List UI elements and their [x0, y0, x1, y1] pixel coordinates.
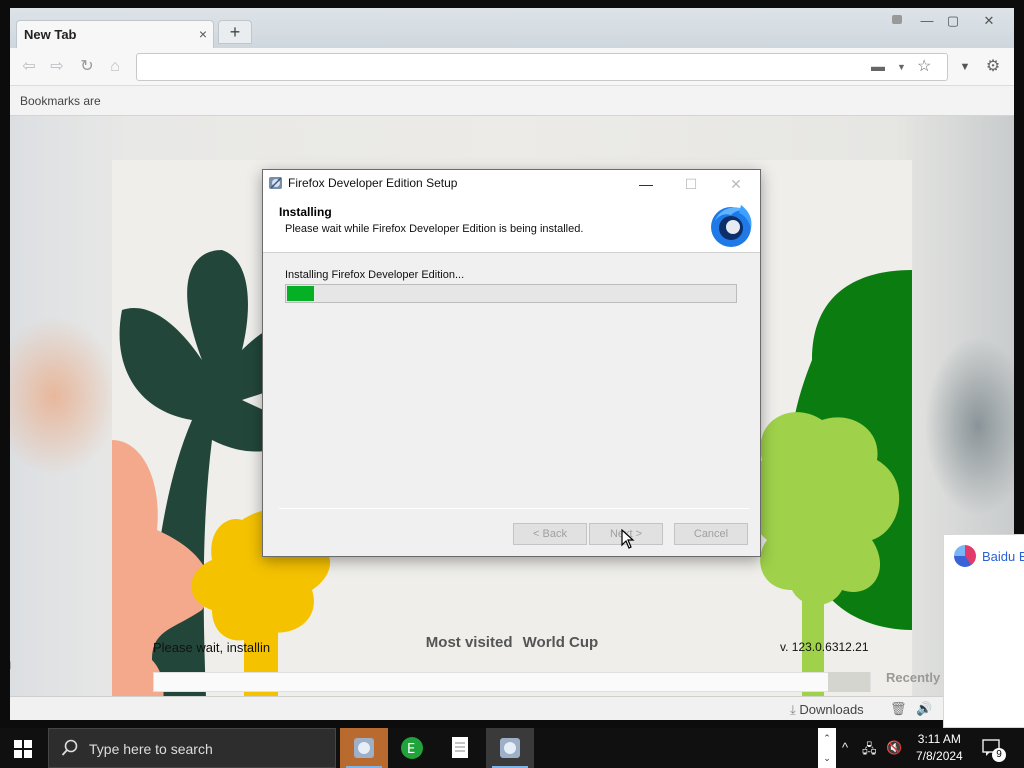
setup-dialog: Firefox Developer Edition Setup — ☐ ✕ In…	[262, 169, 761, 557]
browser-toolbar: ⇦ ⇨ ↻ ⌂ ▬ ▼ ☆ ▼ ⚙	[10, 48, 1014, 86]
clock-date: 7/8/2024	[916, 749, 963, 763]
taskbar-scroll-control[interactable]: ⌃ ⌄	[818, 728, 836, 768]
dialog-close-icon: ✕	[730, 176, 742, 192]
blurred-thumbnail	[924, 336, 1014, 516]
install-status-text: Installing Firefox Developer Edition...	[285, 269, 465, 281]
dialog-titlebar: Firefox Developer Edition Setup — ☐ ✕	[263, 170, 760, 197]
speaker-icon[interactable]: 🔊	[916, 701, 932, 717]
taskbar-app-installer-2[interactable]	[486, 728, 534, 768]
cut-off-text-line: 3	[10, 673, 11, 686]
mouse-cursor-icon	[621, 529, 635, 549]
cut-off-text: M 3	[10, 660, 11, 686]
bookmarks-bar: Bookmarks are	[10, 86, 1014, 116]
world-cup-label[interactable]: World Cup	[523, 634, 599, 651]
new-tab-button[interactable]: +	[218, 20, 252, 44]
wrench-icon[interactable]: ⚙	[982, 56, 1004, 78]
downloads-link[interactable]: ⤓ Downloads	[790, 702, 864, 718]
notification-count-badge: 9	[992, 748, 1006, 762]
dialog-title: Firefox Developer Edition Setup	[288, 176, 458, 190]
installer-app-icon	[354, 738, 374, 758]
baidu-logo-icon	[954, 545, 976, 567]
browser-titlebar: New Tab × + — ▢ ✕	[10, 8, 1014, 48]
trash-icon[interactable]: 🗑	[890, 701, 907, 717]
tab-title: New Tab	[24, 27, 77, 42]
user-icon[interactable]	[884, 12, 910, 30]
dialog-heading: Installing	[279, 205, 332, 219]
taskbar-app-installer-1[interactable]	[340, 728, 388, 768]
forward-icon[interactable]: ⇨	[46, 56, 68, 78]
volume-muted-icon[interactable]: 🔇	[886, 740, 902, 756]
most-visited-heading: Most visited World Cup	[10, 634, 1014, 651]
install-progress-bar	[285, 284, 737, 303]
windows-start-icon[interactable]	[14, 740, 32, 758]
tab-close-icon[interactable]: ×	[199, 26, 207, 42]
baidu-title: Baidu B	[982, 549, 1024, 564]
taskbar: Type here to search E ⌃ ⌄ ^ 🖧 🔇 3:11 AM …	[0, 728, 1024, 768]
document-icon	[452, 737, 468, 758]
chevron-up-icon[interactable]: ⌃	[818, 728, 836, 748]
taskbar-search-box[interactable]: Type here to search	[48, 728, 336, 768]
maximize-icon[interactable]: ▢	[940, 12, 966, 30]
dialog-divider	[279, 508, 749, 509]
cancel-button[interactable]: Cancel	[674, 523, 748, 545]
blurred-thumbnail	[10, 316, 120, 476]
dialog-minimize-icon[interactable]: —	[631, 173, 661, 195]
taskbar-app-notepad[interactable]	[436, 728, 484, 768]
back-icon[interactable]: ⇦	[18, 56, 40, 78]
minimize-icon[interactable]: —	[914, 12, 940, 30]
dropdown-icon[interactable]: ▼	[954, 56, 976, 78]
star-icon[interactable]: ☆	[917, 56, 931, 76]
tray-expand-icon[interactable]: ^	[842, 740, 848, 755]
page-action-icon[interactable]: ▬	[871, 58, 885, 74]
installer-icon	[269, 177, 282, 189]
install-progress-fill	[287, 286, 314, 301]
search-icon	[61, 739, 78, 756]
tab-new-tab[interactable]: New Tab ×	[16, 20, 214, 48]
dialog-subheading: Please wait while Firefox Developer Edit…	[285, 223, 584, 235]
downloads-label: Downloads	[799, 702, 864, 717]
svg-text:E: E	[407, 742, 415, 757]
close-icon[interactable]: ✕	[976, 12, 1002, 30]
system-clock[interactable]: 3:11 AM 7/8/2024	[916, 731, 963, 765]
home-icon[interactable]: ⌂	[104, 56, 126, 78]
cut-off-text-line: M	[10, 660, 11, 673]
clock-time: 3:11 AM	[917, 732, 961, 746]
search-placeholder: Type here to search	[89, 741, 213, 757]
background-progress-bar	[153, 672, 871, 692]
back-button[interactable]: < Back	[513, 523, 587, 545]
taskbar-app-recycle[interactable]: E	[388, 728, 436, 768]
recently-closed-label[interactable]: Recently	[886, 670, 940, 685]
reload-icon[interactable]: ↻	[76, 56, 98, 78]
network-icon[interactable]: 🖧	[862, 740, 877, 762]
firefox-developer-logo-icon	[711, 205, 752, 247]
most-visited-label[interactable]: Most visited	[426, 634, 513, 651]
address-bar[interactable]: ▬ ▼ ☆	[136, 53, 948, 81]
download-icon: ⤓	[790, 702, 800, 717]
chevron-down-icon[interactable]: ⌄	[818, 748, 836, 768]
baidu-notification[interactable]: Baidu B	[943, 534, 1024, 728]
dialog-header: Installing Please wait while Firefox Dev…	[263, 197, 760, 253]
browser-statusbar: ⤓ Downloads 🗑 🔊	[10, 696, 1014, 720]
bookmarks-text: Bookmarks are	[20, 94, 101, 108]
chevron-down-icon[interactable]: ▼	[897, 62, 906, 72]
green-app-icon: E	[401, 737, 423, 759]
background-progress-tail	[828, 672, 870, 692]
installer-app-icon	[500, 738, 520, 758]
dialog-maximize-icon: ☐	[684, 176, 698, 192]
